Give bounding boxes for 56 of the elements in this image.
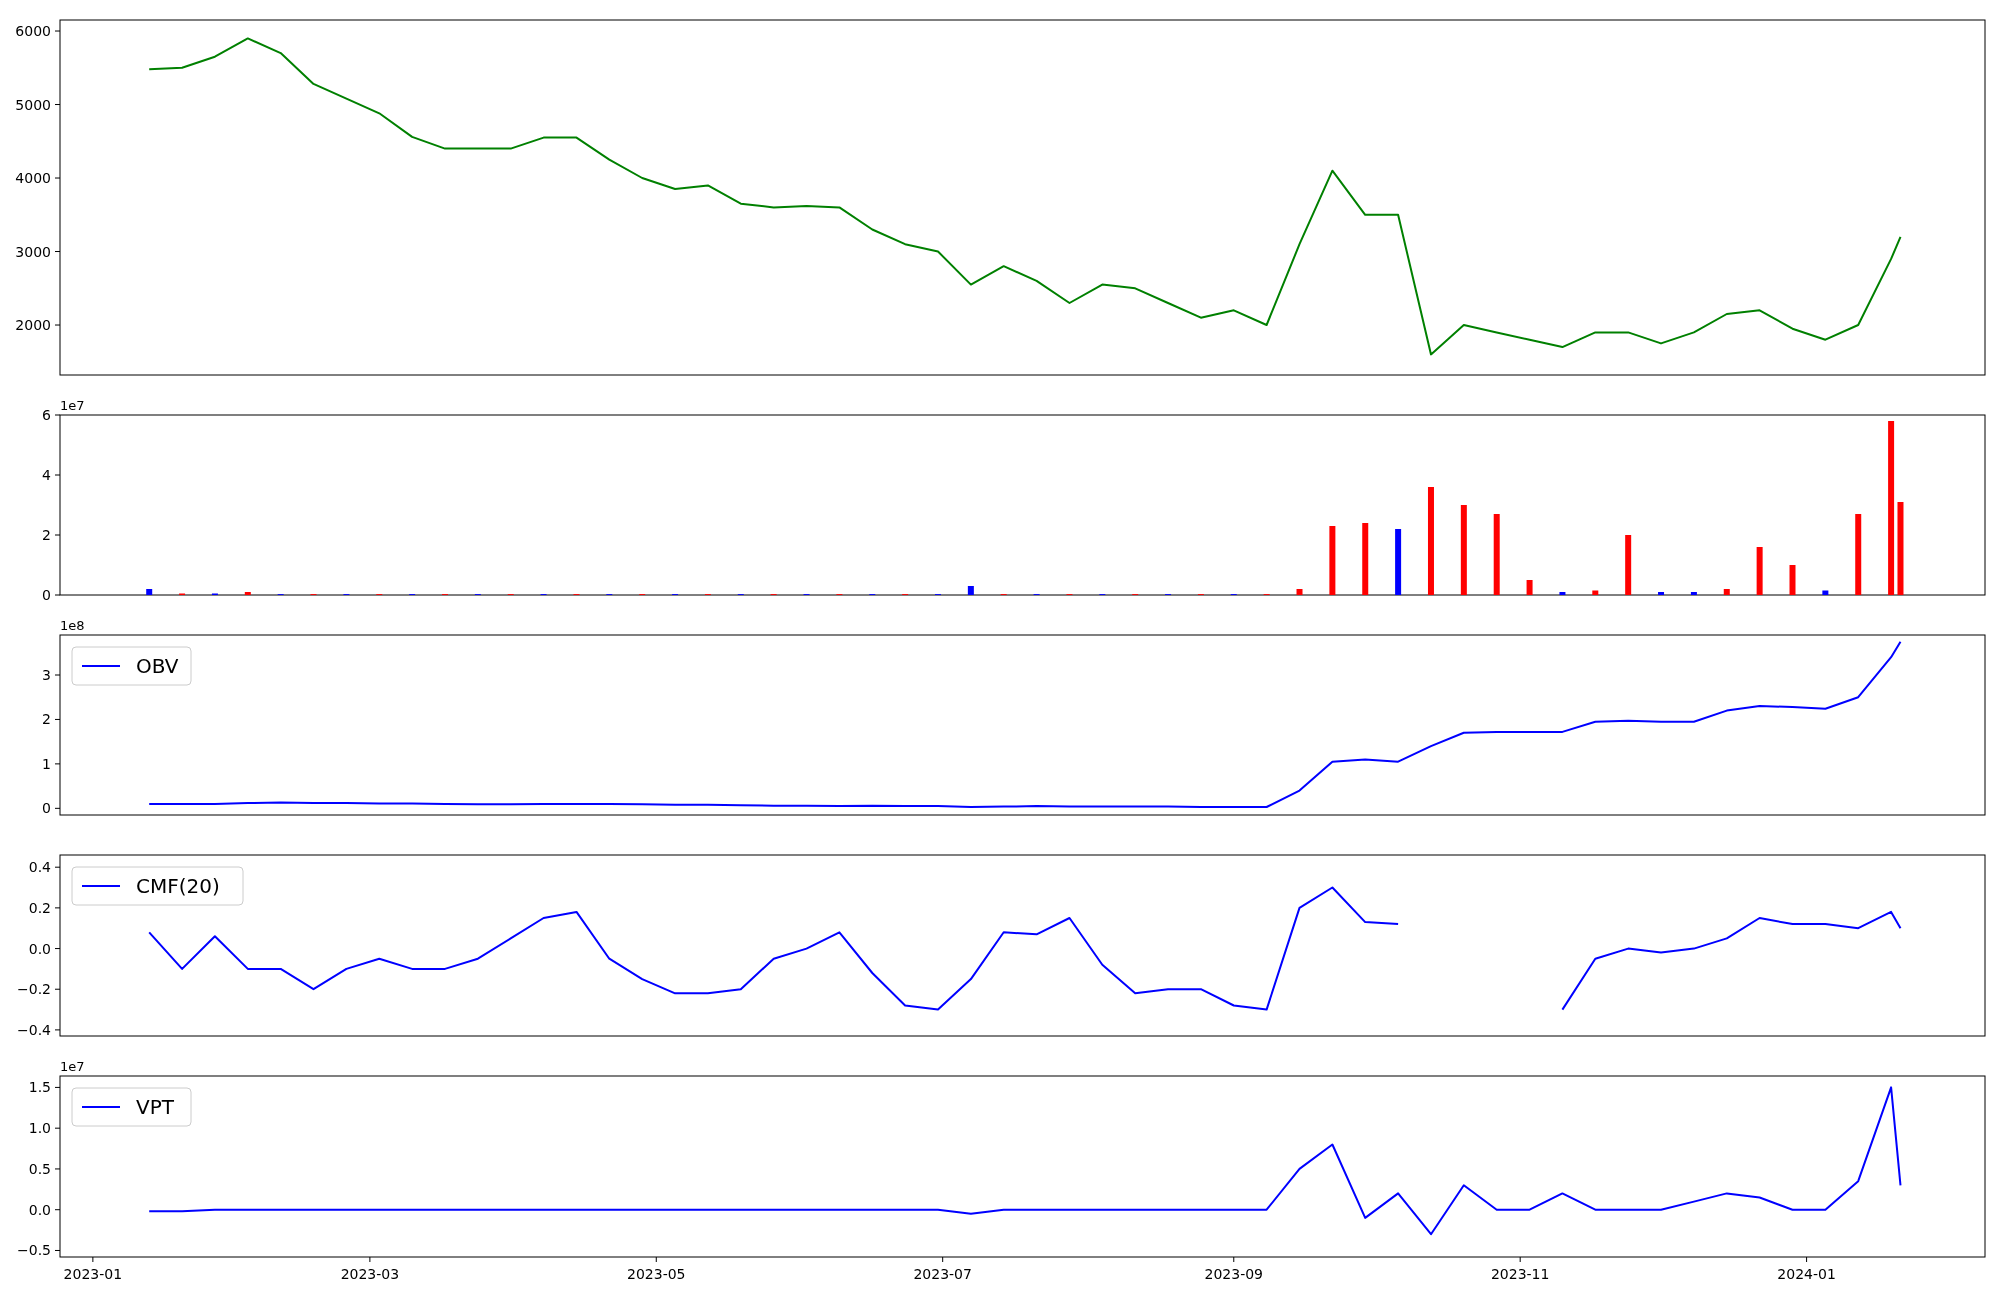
volume-bar (1756, 547, 1763, 595)
legend-label: VPT (136, 1095, 174, 1119)
volume-bar (1592, 590, 1599, 595)
volume-bar (244, 592, 251, 595)
volume-bar (1625, 535, 1632, 595)
volume-bar (1658, 592, 1665, 595)
axis-scale-label: 1e8 (60, 618, 85, 633)
y-tick-label: 5000 (15, 96, 51, 113)
volume-bar (1723, 589, 1730, 595)
y-tick-label: 6 (42, 407, 51, 423)
legend-label: CMF(20) (136, 874, 220, 898)
y-tick-label: 1.5 (28, 1079, 51, 1096)
legend-line-icon (81, 1106, 121, 1108)
axis-scale-label: 1e7 (60, 1059, 85, 1074)
y-tick-label: 0.5 (28, 1160, 51, 1177)
volume-bar (1789, 565, 1796, 595)
volume-bar (146, 589, 153, 595)
y-tick-label: 6000 (15, 23, 51, 39)
y-tick-label: 2 (42, 711, 51, 728)
y-tick-label: 0 (42, 587, 51, 603)
volume-bar (1362, 523, 1369, 595)
y-tick-label: 3000 (15, 243, 51, 260)
legend-label: OBV (136, 654, 179, 678)
y-tick-label: −0.2 (17, 981, 51, 998)
y-tick-label: 0 (42, 800, 51, 817)
x-tick-label: 2023-03 (340, 1266, 400, 1282)
volume-bar (1690, 592, 1697, 595)
x-tick-label: 2023-07 (913, 1266, 972, 1282)
x-tick-label: 2023-01 (63, 1266, 123, 1282)
volume-bar (1559, 592, 1566, 595)
axis-scale-label: 1e7 (60, 398, 85, 413)
x-tick-label: 2024-01 (1777, 1266, 1836, 1282)
y-tick-label: 0.2 (28, 899, 51, 916)
x-tick-label: 2023-09 (1204, 1266, 1264, 1282)
volume-bar (1296, 589, 1303, 595)
volume-bar (1329, 526, 1336, 595)
y-tick-label: 2000 (15, 317, 51, 333)
volume-bar (1822, 590, 1829, 595)
y-tick-label: 3 (42, 667, 51, 683)
volume-bar (967, 586, 974, 595)
y-tick-label: 0.0 (28, 940, 51, 957)
legend-line-icon (81, 885, 121, 887)
y-tick-label: −0.5 (17, 1242, 51, 1259)
y-tick-label: 4000 (15, 170, 51, 186)
x-tick-label: 2023-05 (627, 1266, 686, 1282)
volume-bar (1395, 529, 1402, 595)
y-tick-label: 1.0 (28, 1120, 51, 1137)
volume-bar (1526, 580, 1533, 595)
y-tick-label: 0.0 (28, 1201, 51, 1218)
y-tick-label: 2 (42, 527, 51, 543)
y-tick-label: −0.4 (17, 1021, 51, 1038)
legend-line-icon (81, 665, 121, 667)
y-tick-label: 1 (42, 755, 51, 772)
y-tick-label: 0.4 (28, 859, 51, 876)
x-tick-label: 2023-11 (1490, 1266, 1550, 1282)
y-tick-label: 4 (42, 467, 51, 483)
